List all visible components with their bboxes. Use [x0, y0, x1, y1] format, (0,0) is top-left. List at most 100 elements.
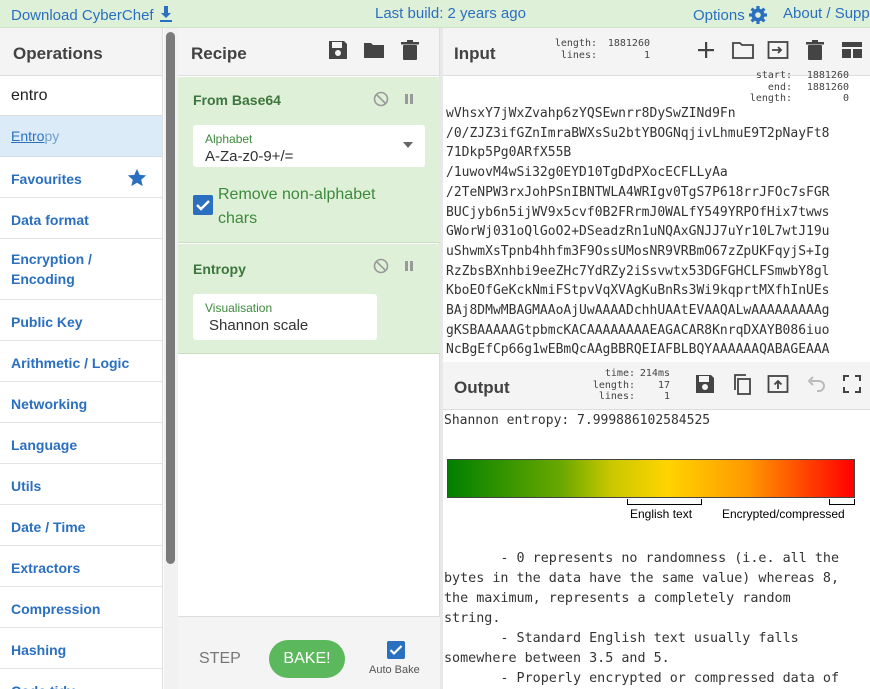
- remove-non-alphabet-checkbox[interactable]: [193, 195, 213, 215]
- options-label: Options: [693, 7, 745, 24]
- copy-icon[interactable]: [731, 373, 753, 395]
- english-text-label: English text: [630, 507, 693, 521]
- remove-non-alphabet-label: Remove non-alphabet chars: [218, 186, 376, 227]
- save-icon[interactable]: [327, 39, 349, 61]
- operations-scrollbar[interactable]: [164, 28, 178, 689]
- category-date-time[interactable]: Date / Time: [0, 505, 162, 546]
- input-line: /2TeNPW3rxJohPSnIBNTWLA4WRIgv0TgS7P618rr…: [446, 184, 830, 200]
- io-panel: Input length: lines: 1881260 1 start: en…: [443, 28, 870, 689]
- category-compression[interactable]: Compression: [0, 587, 162, 628]
- category-hashing[interactable]: Hashing: [0, 628, 162, 669]
- input-line: BAj8DMwMBAGMAAoAjUwAAAADchhUAAtEVAAQALwA…: [446, 303, 830, 319]
- scrollbar-thumb[interactable]: [166, 32, 175, 564]
- chevron-down-icon: [403, 142, 413, 148]
- recipe-op-entropy: Entropy Visualisation Shannon scale: [178, 244, 440, 354]
- options-link[interactable]: Options: [693, 5, 768, 25]
- input-line: GWorWj031oQlGoO2+DSeadzRn1uNQAxGNJJ7uYr1…: [446, 224, 830, 240]
- download-icon: [159, 6, 172, 22]
- selection-stat-labels: start: end: length:: [749, 70, 792, 104]
- top-banner: Download CyberChef Last build: 2 years a…: [0, 0, 870, 28]
- last-build-text: Last build: 2 years ago: [375, 5, 526, 22]
- visualisation-select[interactable]: Visualisation Shannon scale: [193, 294, 377, 340]
- input-title: Input: [454, 44, 496, 63]
- category-public-key[interactable]: Public Key: [0, 300, 162, 341]
- input-line: NcBgEfCp66g1wEBmQcAAgBBRQEIAFBLBQYAAAAAA…: [446, 342, 830, 358]
- op-name: From Base64: [193, 92, 281, 108]
- encrypted-bracket: [829, 499, 855, 505]
- open-folder-icon[interactable]: [732, 39, 754, 61]
- clear-input-icon[interactable]: [804, 39, 826, 61]
- category-networking[interactable]: Networking: [0, 382, 162, 423]
- replace-input-icon[interactable]: [767, 373, 789, 395]
- input-line: BUCjyb6n5ijWV9x5cvf0B2FRrmJ0WALfY549YRPO…: [446, 204, 830, 220]
- auto-bake-checkbox[interactable]: [387, 641, 405, 659]
- disable-icon[interactable]: [373, 91, 389, 107]
- pause-icon[interactable]: [401, 258, 417, 274]
- output-area[interactable]: Shannon entropy: 7.999886102584525 Engli…: [443, 410, 870, 689]
- encrypted-compressed-label: Encrypted/compressed: [722, 507, 845, 521]
- alphabet-value: A-Za-z0-9+/=: [205, 148, 294, 165]
- input-line: wVhsxY7jWxZvahp6zYQSEwnrr8DySwZINd9Fn: [446, 106, 736, 121]
- entropy-scale-bar: [447, 459, 855, 498]
- layout-icon[interactable]: [841, 39, 863, 61]
- description-line: string.: [444, 611, 501, 626]
- folder-icon[interactable]: [363, 39, 385, 61]
- input-line: /0/ZJZ3ifGZnImraBWXsSu2btYBOGNqjivLhmuE9…: [446, 125, 830, 141]
- download-label: Download CyberChef: [11, 7, 154, 24]
- operations-panel: Operations entro Entropy Favourites Data…: [0, 28, 163, 689]
- bake-button[interactable]: BAKE!: [269, 640, 345, 678]
- description-line: - Standard English text usually falls: [444, 631, 799, 646]
- category-utils[interactable]: Utils: [0, 464, 162, 505]
- input-line: uShwmXsTpnb4hhfm3F9OssUMosNR9VRBmO67zZpU…: [446, 243, 830, 259]
- operations-search-input[interactable]: entro: [0, 76, 162, 116]
- search-result-entropy[interactable]: Entropy: [0, 116, 162, 157]
- maximise-icon[interactable]: [841, 373, 863, 395]
- recipe-title: Recipe: [191, 44, 247, 63]
- download-link[interactable]: Download CyberChef: [11, 5, 174, 24]
- input-header: Input length: lines: 1881260 1: [443, 28, 870, 76]
- input-stat-values: 1881260 1: [607, 38, 650, 61]
- input-line: KboEOfGeKckNmiFStpvVqXVAgKuBnRs3Wi9kqprt…: [446, 283, 830, 299]
- step-button[interactable]: STEP: [199, 650, 241, 668]
- input-line: RzZbsBXnhbi9eeZHc7YdRZy2iSsvwtx53DGFGHCL…: [446, 263, 830, 279]
- search-result-rest: py: [44, 128, 60, 144]
- recipe-footer: STEP BAKE! Auto Bake: [178, 616, 440, 689]
- operations-title: Operations: [0, 28, 162, 76]
- category-language[interactable]: Language: [0, 423, 162, 464]
- category-arithmetic-logic[interactable]: Arithmetic / Logic: [0, 341, 162, 382]
- recipe-op-from-base64: From Base64 Alphabet A-Za-z0-9+/= Remove…: [178, 77, 440, 243]
- entropy-description: - 0 represents no randomness (i.e. all t…: [444, 549, 870, 689]
- alphabet-label: Alphabet: [205, 132, 253, 146]
- category-code-tidy[interactable]: Code tidy: [0, 669, 162, 689]
- input-line: 71Dkp5Pg0ARfX55B: [446, 145, 572, 161]
- open-file-icon[interactable]: [767, 39, 789, 61]
- category-encryption-encoding[interactable]: Encryption / Encoding: [0, 239, 110, 300]
- auto-bake-label: Auto Bake: [369, 664, 420, 676]
- output-stat-labels: time: length: lines:: [592, 368, 635, 402]
- input-stat-labels: length: lines:: [554, 38, 597, 61]
- save-output-icon[interactable]: [694, 373, 716, 395]
- category-favourites[interactable]: Favourites: [0, 157, 162, 198]
- recipe-panel: Recipe From Base64 Alphabet A-Za-z0-9+/=…: [178, 28, 440, 689]
- shannon-entropy-text: Shannon entropy: 7.999886102584525: [444, 413, 711, 428]
- pause-icon[interactable]: [401, 91, 417, 107]
- trash-icon[interactable]: [399, 39, 421, 61]
- description-line: the maximum, represents a completely ran…: [444, 591, 791, 606]
- recipe-header: Recipe: [178, 28, 439, 76]
- input-textarea[interactable]: wVhsxY7jWxZvahp6zYQSEwnrr8DySwZINd9Fn/0/…: [446, 104, 870, 358]
- category-extractors[interactable]: Extractors: [0, 546, 162, 587]
- description-line: bytes in the data have the same value) w…: [444, 571, 840, 586]
- add-input-icon[interactable]: [695, 39, 717, 61]
- disable-icon[interactable]: [373, 258, 389, 274]
- visualisation-label: Visualisation: [205, 301, 273, 315]
- search-result-match: Entro: [11, 128, 45, 144]
- output-title: Output: [454, 378, 510, 397]
- visualisation-value: Shannon scale: [209, 317, 309, 334]
- alphabet-select[interactable]: Alphabet A-Za-z0-9+/=: [193, 125, 425, 167]
- undo-icon[interactable]: [805, 373, 827, 395]
- category-data-format[interactable]: Data format: [0, 198, 162, 239]
- category-label: Favourites: [11, 171, 82, 187]
- english-text-bracket: [627, 499, 702, 505]
- about-support-link[interactable]: About / Suppo: [783, 5, 870, 22]
- output-header: Output time: length: lines: 214ms 17 1: [443, 362, 870, 410]
